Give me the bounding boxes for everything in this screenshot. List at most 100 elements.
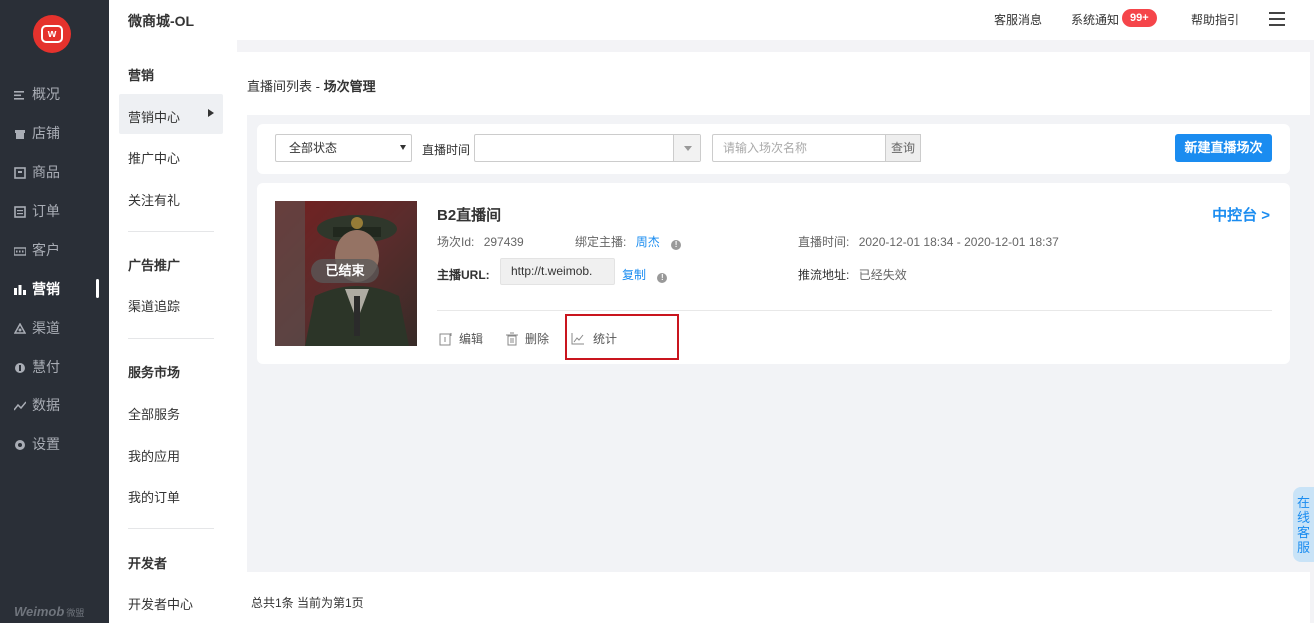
service-message-link[interactable]: 客服消息 — [994, 11, 1042, 28]
online-service-tab[interactable]: 在 线 客 服 — [1293, 487, 1314, 562]
settings-icon — [14, 438, 26, 450]
nav-item-data[interactable]: 数据 — [13, 395, 60, 415]
nav-label: 店铺 — [32, 125, 60, 141]
anchor-link[interactable]: 周杰 — [636, 235, 660, 249]
session-id-label: 场次Id: — [437, 235, 475, 249]
nav-item-channel[interactable]: 渠道 — [13, 318, 60, 338]
chevron-down-icon — [400, 145, 406, 150]
dropdown-arrow-icon[interactable] — [673, 135, 700, 161]
data-icon — [13, 399, 27, 411]
copy-area: 复制 ! — [622, 266, 668, 283]
session-cover-image[interactable]: 已结束 — [275, 201, 417, 346]
stats-highlight-box — [565, 314, 679, 360]
sub-item-channel-tracking[interactable]: 渠道追踪 — [128, 296, 180, 315]
sub-group-title: 开发者 — [128, 556, 168, 571]
session-id-value: 297439 — [483, 235, 524, 249]
main-overlay: 全部状态 直播时间 查询 新建直播场次 — [237, 52, 1310, 572]
sub-nav: 微商城-OL 营销 营销中心 推广中心 关注有礼 广告推广 渠道追踪 服务市场 … — [109, 0, 237, 623]
menu-icon[interactable] — [1269, 12, 1285, 26]
divider — [437, 310, 1272, 311]
nav-active-indicator — [96, 279, 99, 298]
new-live-session-button[interactable]: 新建直播场次 — [1175, 134, 1272, 162]
nav-item-goods[interactable]: 商品 — [14, 162, 60, 182]
weimob-logo[interactable]: w — [33, 15, 71, 53]
time-label: 直播时间 — [422, 143, 471, 157]
info-icon[interactable]: ! — [657, 273, 668, 283]
order-icon — [14, 205, 26, 218]
sub-item-my-apps[interactable]: 我的应用 — [128, 446, 180, 465]
anchor-url-label: 主播URL: — [437, 266, 490, 283]
live-room-name: B2直播间 — [437, 207, 502, 224]
help-guide-link[interactable]: 帮助指引 — [1191, 11, 1239, 28]
filter-bar: 全部状态 直播时间 查询 新建直播场次 — [257, 124, 1290, 174]
nav-item-overview[interactable]: 概况 — [14, 84, 60, 104]
url-label-text: 主播URL: — [437, 268, 490, 282]
brand-footer: Weimob 微盟 — [14, 604, 84, 619]
nav-label: 渠道 — [32, 320, 60, 336]
anchor-url-field[interactable]: http://t.weimob. — [500, 258, 615, 285]
top-bar: 客服消息 系统通知 99+ 帮助指引 — [237, 0, 1314, 40]
nav-label: 客户 — [32, 242, 60, 258]
sub-item-promotion-center[interactable]: 推广中心 — [128, 148, 180, 167]
main-nav: w 概况 店铺 商品 订单 客户 营销 渠道 慧付 数据 设置 Weimob 微盟 — [0, 0, 109, 623]
info-icon[interactable]: ! — [671, 240, 682, 250]
nav-item-pay[interactable]: 慧付 — [14, 357, 60, 377]
divider — [128, 528, 214, 529]
nav-label: 数据 — [32, 397, 60, 413]
caret-right-icon — [208, 109, 214, 117]
push-address-label: 推流地址: — [798, 268, 850, 282]
sub-item-follow-gift[interactable]: 关注有礼 — [128, 190, 180, 209]
channel-icon — [13, 322, 27, 334]
live-time-label: 直播时间: — [798, 235, 850, 249]
nav-item-settings[interactable]: 设置 — [14, 434, 60, 454]
delete-action[interactable]: 删除 — [505, 330, 549, 347]
goods-icon — [14, 166, 26, 179]
online-service-char: 服 — [1296, 540, 1310, 555]
query-button[interactable]: 查询 — [885, 134, 921, 162]
push-address: 推流地址: 已经失效 — [798, 266, 907, 283]
sub-item-developer-center[interactable]: 开发者中心 — [128, 594, 193, 613]
nav-label: 营销 — [32, 281, 60, 297]
sub-group-title: 广告推广 — [128, 258, 181, 273]
brand-name: Weimob — [14, 604, 65, 619]
shop-title: 微商城-OL — [128, 13, 195, 29]
nav-label: 设置 — [32, 436, 60, 452]
divider — [128, 338, 214, 339]
sub-item-all-services[interactable]: 全部服务 — [128, 404, 180, 423]
sub-item-marketing-center[interactable]: 营销中心 — [128, 107, 180, 126]
brand-name-cn: 微盟 — [66, 608, 85, 618]
nav-item-marketing[interactable]: 营销 — [14, 279, 60, 299]
session-card: 已结束 B2直播间 中控台 > 场次Id: 297439 绑定主播: 周杰 ! … — [257, 183, 1290, 364]
edit-action[interactable]: 编辑 — [439, 330, 483, 347]
sub-group-title: 服务市场 — [128, 365, 181, 380]
nav-label: 概况 — [32, 86, 60, 102]
session-name-search-input[interactable] — [712, 134, 886, 162]
pay-icon — [14, 361, 26, 373]
nav-item-customer[interactable]: 客户 — [13, 240, 60, 260]
sub-item-my-orders[interactable]: 我的订单 — [128, 487, 180, 506]
time-range-input[interactable] — [474, 134, 701, 162]
console-link[interactable]: 中控台 > — [1212, 204, 1270, 225]
nav-label: 商品 — [32, 164, 60, 180]
live-time: 直播时间: 2020-12-01 18:34 - 2020-12-01 18:3… — [798, 233, 1059, 250]
customer-icon — [13, 244, 27, 256]
marketing-icon — [14, 283, 26, 295]
online-service-char: 线 — [1296, 510, 1310, 525]
trash-icon — [506, 332, 518, 345]
push-address-value: 已经失效 — [858, 268, 907, 282]
nav-item-order[interactable]: 订单 — [14, 201, 60, 221]
store-icon — [14, 127, 26, 139]
system-notice-link[interactable]: 系统通知 — [1071, 11, 1119, 28]
bound-anchor: 绑定主播: 周杰 ! — [575, 233, 682, 250]
session-id: 场次Id: 297439 — [437, 233, 524, 250]
anchor-label: 绑定主播: — [575, 235, 627, 249]
online-service-char: 在 — [1296, 495, 1310, 510]
nav-item-store[interactable]: 店铺 — [14, 123, 60, 143]
copy-link[interactable]: 复制 — [622, 268, 646, 282]
status-select[interactable]: 全部状态 — [275, 134, 412, 162]
overview-icon — [14, 88, 26, 100]
pagination-bar: 总共1条 当前为第1页 — [237, 572, 1310, 623]
live-time-value: 2020-12-01 18:34 - 2020-12-01 18:37 — [858, 235, 1059, 249]
delete-label: 删除 — [525, 332, 550, 346]
ended-status-badge: 已结束 — [311, 259, 379, 283]
